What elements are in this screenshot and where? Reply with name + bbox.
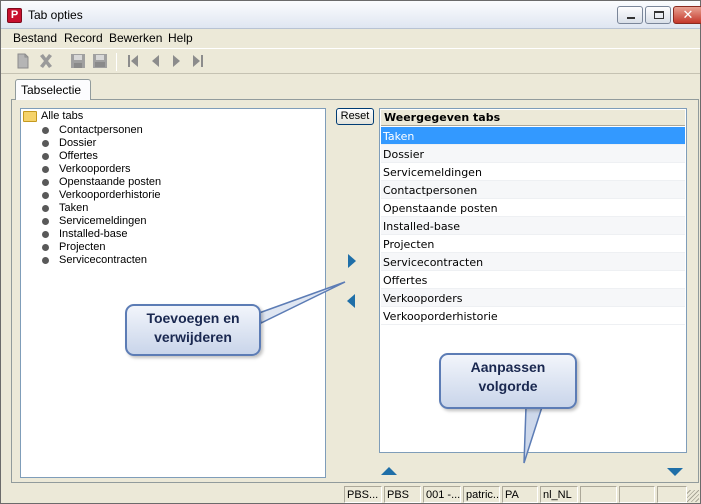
previous-record-icon[interactable] [147,53,163,69]
window-title: Tab opties [28,8,83,22]
list-item[interactable]: Projecten [381,235,685,253]
list-item[interactable]: Openstaande posten [381,199,685,217]
first-record-icon[interactable] [125,53,141,69]
callout-add-remove-line2: verwijderen [154,329,232,345]
tab-options-window: P Tab opties ✕ Bestand Record Bewerken H… [0,0,701,504]
bullet-icon [42,218,49,225]
menu-record[interactable]: Record [64,31,103,45]
bullet-icon [42,192,49,199]
maximize-icon [654,11,664,19]
status-cell: PA [502,486,538,503]
maximize-button[interactable] [645,6,671,24]
delete-record-icon[interactable] [38,53,54,69]
list-item[interactable]: Dossier [381,145,685,163]
bullet-icon [42,205,49,212]
move-down-arrow-icon[interactable] [667,468,683,476]
menu-bewerken[interactable]: Bewerken [109,31,162,45]
status-cell: PBS... [344,486,382,503]
toolbar-separator [116,53,117,71]
minimize-icon [627,17,635,19]
next-record-icon[interactable] [169,53,185,69]
last-record-icon[interactable] [190,53,206,69]
list-item-selected[interactable]: Taken [381,127,685,145]
resize-grip[interactable] [687,490,699,502]
menu-bestand[interactable]: Bestand [13,31,57,45]
status-cell: nl_NL [540,486,578,503]
list-item[interactable]: Servicecontracten [381,253,685,271]
toolbar [1,48,700,74]
bullet-icon [42,140,49,147]
save-icon[interactable] [70,53,86,69]
list-header: Weergegeven tabs [381,110,685,126]
callout-pointer-add-remove [258,281,346,325]
move-up-arrow-icon[interactable] [381,467,397,475]
list-item[interactable]: Servicemeldingen [381,163,685,181]
new-record-icon[interactable] [15,53,31,69]
menu-bar: Bestand Record Bewerken Help [1,29,700,47]
close-button[interactable]: ✕ [673,6,701,24]
tree-root-label: Alle tabs [41,110,84,122]
callout-add-remove: Toevoegen en verwijderen [125,304,261,356]
close-icon: ✕ [682,7,694,22]
list-item[interactable]: Verkooporders [381,289,685,307]
app-logo-icon: P [7,8,22,23]
bullet-icon [42,153,49,160]
status-cell [657,486,687,503]
bullet-icon [42,179,49,186]
status-bar: PBS... PBS 001 -... patric... PA nl_NL [1,485,700,503]
menu-help[interactable]: Help [168,31,193,45]
status-cell: PBS [384,486,421,503]
list-item[interactable]: Offertes [381,271,685,289]
status-cell [580,486,617,503]
tab-tabselectie[interactable]: Tabselectie [15,79,91,100]
add-tab-arrow-icon[interactable] [348,254,356,268]
callout-pointer-reorder [523,406,544,464]
callout-reorder-line2: volgorde [478,378,538,394]
callout-reorder-line1: Aanpassen [470,359,546,375]
status-cell: 001 -... [423,486,461,503]
folder-icon [23,111,37,122]
callout-reorder: Aanpassen volgorde [439,353,577,409]
title-bar[interactable]: P Tab opties ✕ [1,1,701,29]
bullet-icon [42,257,49,264]
bullet-icon [42,127,49,134]
bullet-icon [42,231,49,238]
list-item[interactable]: Verkooporderhistorie [381,307,685,325]
minimize-button[interactable] [617,6,643,24]
status-cell [619,486,655,503]
bullet-icon [42,244,49,251]
save-all-icon[interactable] [92,53,108,69]
list-item[interactable]: Contactpersonen [381,181,685,199]
reset-button[interactable]: Reset [336,108,374,125]
callout-add-remove-line1: Toevoegen en [146,310,240,326]
status-cell: patric... [463,486,500,503]
list-item[interactable]: Installed-base [381,217,685,235]
bullet-icon [42,166,49,173]
